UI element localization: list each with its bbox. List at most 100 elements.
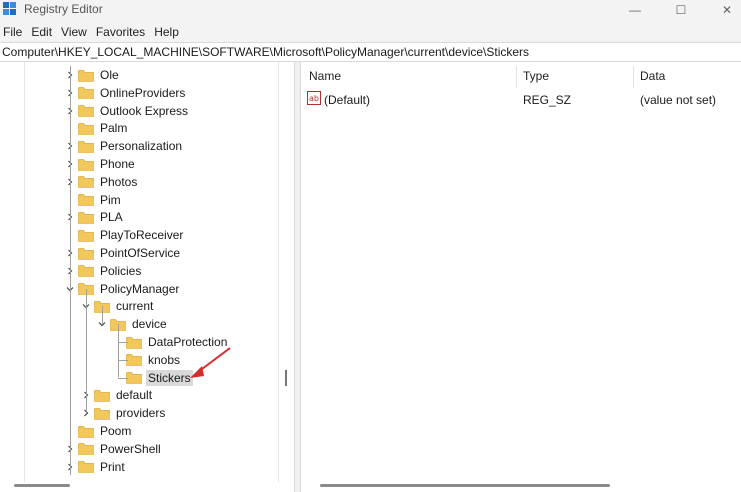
window-title: Registry Editor bbox=[24, 2, 103, 16]
folder-icon bbox=[126, 372, 142, 384]
folder-icon bbox=[78, 194, 94, 206]
pane-splitter[interactable] bbox=[294, 62, 301, 492]
tree-scrollbar-thumb[interactable] bbox=[285, 370, 287, 386]
tree-item-label: PointOfService bbox=[100, 246, 181, 260]
menu-help[interactable]: Help bbox=[151, 20, 185, 42]
tree-item-device[interactable]: device bbox=[96, 315, 169, 333]
list-horizontal-scrollbar[interactable] bbox=[320, 484, 610, 487]
tree-item-label: Photos bbox=[100, 174, 138, 189]
values-list[interactable]: Name Type Data ab (Default) REG_SZ (valu… bbox=[301, 62, 741, 492]
folder-icon bbox=[78, 158, 94, 171]
tree-item-label: Phone bbox=[100, 157, 135, 171]
title-bar: Registry Editor — ☐ ✕ bbox=[0, 0, 741, 20]
registry-editor-icon bbox=[3, 2, 16, 15]
column-header-type[interactable]: Type bbox=[523, 69, 549, 83]
tree-item-label: Pim bbox=[100, 192, 121, 207]
tree-item-pla[interactable]: PLA bbox=[64, 208, 125, 226]
folder-icon bbox=[78, 122, 94, 135]
folder-icon bbox=[78, 176, 94, 189]
tree-item-photos[interactable]: Photos bbox=[64, 173, 139, 191]
tree-item-label: Print bbox=[100, 459, 125, 474]
tree-horizontal-scrollbar[interactable] bbox=[14, 484, 70, 487]
tree-item-label: PolicyManager bbox=[100, 281, 180, 296]
value-name[interactable]: (Default) bbox=[324, 93, 370, 107]
tree-item-label: PLA bbox=[100, 210, 123, 225]
tree-guide-line bbox=[86, 288, 87, 414]
tree-item-phone[interactable]: Phone bbox=[64, 155, 137, 173]
tree-guide-line bbox=[70, 66, 71, 476]
folder-icon bbox=[94, 389, 110, 402]
column-divider[interactable] bbox=[633, 66, 634, 88]
tree-item-policymanager[interactable]: PolicyManager bbox=[64, 280, 181, 298]
tree-item-label: Palm bbox=[100, 121, 128, 136]
tree-item-label: knobs bbox=[148, 352, 181, 367]
folder-icon bbox=[78, 140, 94, 153]
tree-item-label: Ole bbox=[100, 68, 119, 82]
folder-icon bbox=[78, 265, 94, 278]
tree-item-default[interactable]: default bbox=[80, 386, 154, 404]
tree-item-policies[interactable]: Policies bbox=[64, 262, 143, 280]
column-header-name[interactable]: Name bbox=[309, 69, 341, 83]
tree-guide-line bbox=[118, 324, 119, 378]
folder-icon bbox=[78, 69, 94, 82]
menu-view[interactable]: View bbox=[58, 20, 93, 42]
folder-icon bbox=[78, 105, 94, 117]
tree-item-label: Personalization bbox=[100, 139, 183, 154]
folder-icon bbox=[126, 354, 142, 367]
tree-guide-line bbox=[118, 359, 128, 361]
folder-icon bbox=[78, 247, 94, 260]
tree-item-label: Poom bbox=[100, 424, 132, 438]
tree-guide-line bbox=[118, 341, 128, 343]
registry-tree[interactable]: Ole OnlineProviders Outlook Express Palm Per… bbox=[0, 62, 294, 492]
tree-item-playtoreceiver[interactable]: PlayToReceiver bbox=[64, 226, 185, 244]
maximize-button[interactable]: ☐ bbox=[658, 0, 704, 20]
string-value-icon: ab bbox=[307, 91, 321, 105]
column-header-data[interactable]: Data bbox=[640, 69, 665, 83]
folder-icon bbox=[78, 461, 94, 473]
tree-item-onlineproviders[interactable]: OnlineProviders bbox=[64, 84, 187, 102]
tree-item-pim[interactable]: Pim bbox=[64, 191, 123, 209]
menu-edit[interactable]: Edit bbox=[28, 20, 58, 42]
tree-item-providers[interactable]: providers bbox=[80, 404, 167, 422]
value-data: (value not set) bbox=[640, 93, 717, 107]
annotation-arrow-icon bbox=[190, 347, 231, 378]
tree-pane-edge bbox=[278, 62, 279, 482]
menu-favorites[interactable]: Favorites bbox=[93, 20, 151, 42]
tree-item-poom[interactable]: Poom bbox=[64, 422, 133, 440]
folder-icon bbox=[78, 425, 94, 438]
tree-item-personalization[interactable]: Personalization bbox=[64, 137, 184, 155]
tree-guide-line bbox=[24, 62, 25, 482]
tree-item-label: Outlook Express bbox=[100, 103, 189, 118]
menu-bar: File Edit View Favorites Help bbox=[0, 20, 741, 42]
tree-item-label: Policies bbox=[100, 263, 142, 278]
folder-icon bbox=[78, 211, 94, 224]
tree-item-label: current bbox=[116, 299, 154, 314]
column-divider[interactable] bbox=[516, 66, 517, 88]
tree-item-label: device bbox=[132, 317, 167, 332]
tree-item-outlook-express[interactable]: Outlook Express bbox=[64, 102, 190, 120]
tree-item-ole[interactable]: Ole bbox=[64, 66, 121, 84]
tree-item-label: OnlineProviders bbox=[100, 85, 186, 100]
close-button[interactable]: ✕ bbox=[704, 0, 741, 20]
value-type: REG_SZ bbox=[523, 93, 572, 107]
tree-item-current[interactable]: current bbox=[80, 297, 155, 315]
tree-guide-line bbox=[118, 377, 128, 379]
tree-item-label: PlayToReceiver bbox=[100, 228, 184, 243]
tree-item-label: PowerShell bbox=[100, 441, 161, 456]
folder-icon bbox=[94, 407, 110, 420]
tree-item-palm[interactable]: Palm bbox=[64, 119, 129, 137]
tree-item-print[interactable]: Print bbox=[64, 458, 127, 476]
minimize-button[interactable]: — bbox=[612, 0, 658, 20]
tree-item-label: default bbox=[116, 388, 153, 403]
folder-icon bbox=[126, 336, 142, 349]
folder-icon bbox=[78, 87, 94, 100]
tree-guide-line bbox=[102, 306, 103, 325]
tree-item-pointofservice[interactable]: PointOfService bbox=[64, 244, 182, 262]
svg-text:ab: ab bbox=[309, 94, 319, 103]
folder-icon bbox=[78, 229, 94, 242]
tree-item-powershell[interactable]: PowerShell bbox=[64, 440, 163, 458]
tree-item-label: providers bbox=[116, 406, 166, 421]
address-bar[interactable]: Computer\HKEY_LOCAL_MACHINE\SOFTWARE\Mic… bbox=[0, 42, 741, 62]
folder-icon bbox=[78, 443, 94, 456]
menu-file[interactable]: File bbox=[0, 20, 28, 42]
